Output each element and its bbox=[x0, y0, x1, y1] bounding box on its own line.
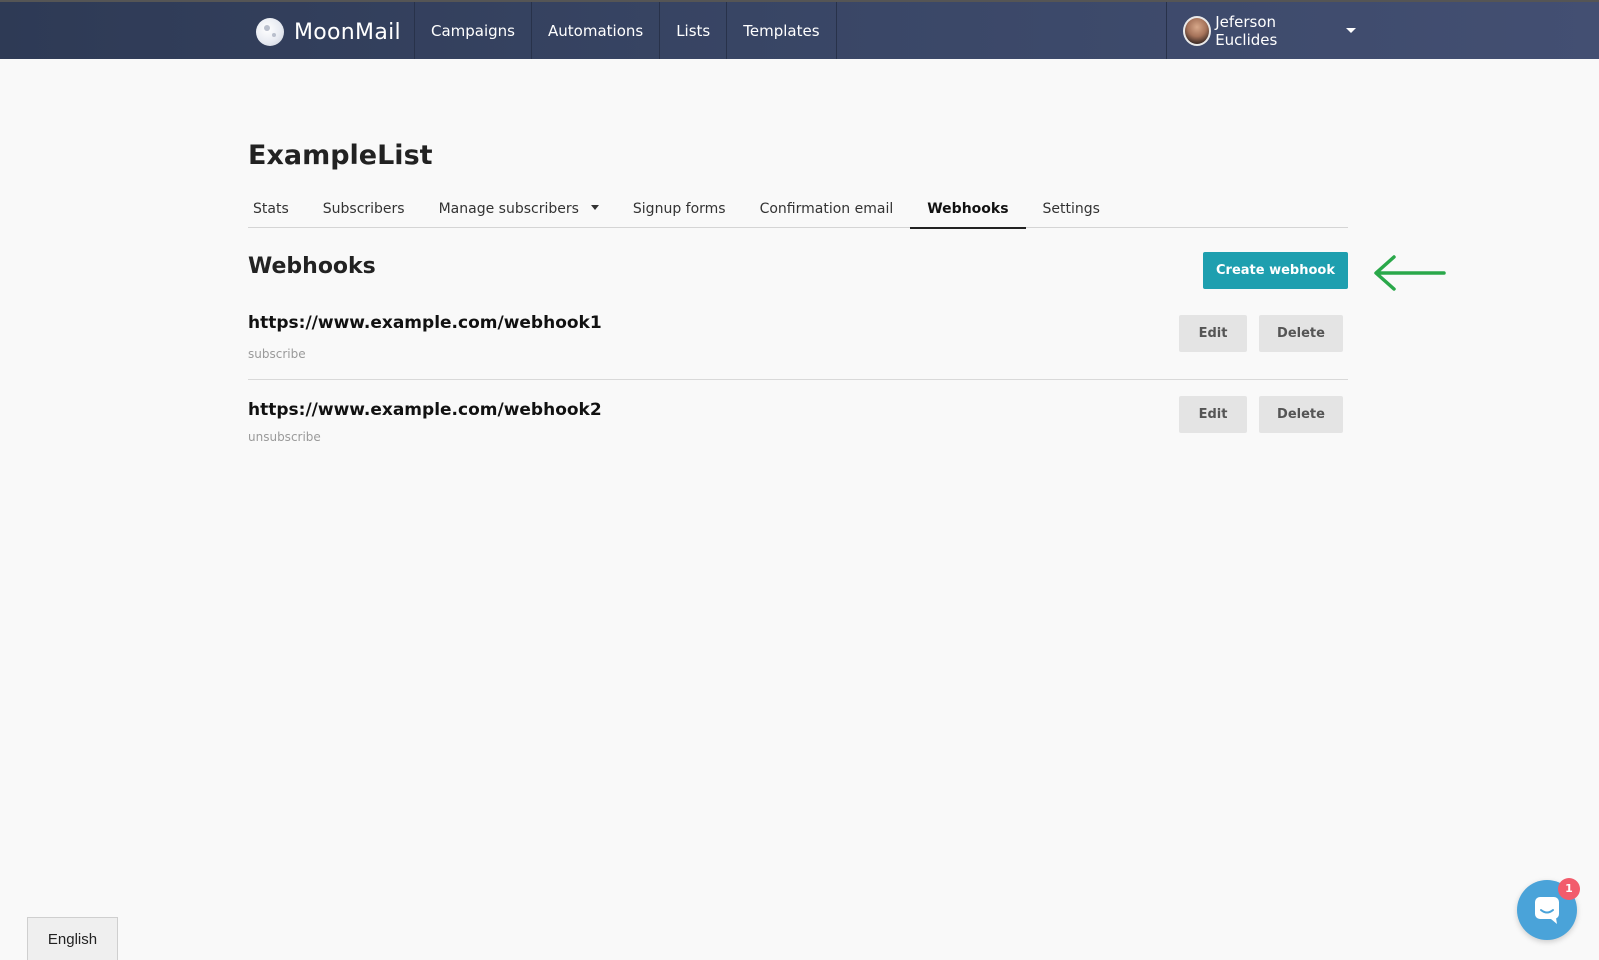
section-title: Webhooks bbox=[248, 254, 376, 279]
user-name: Jeferson Euclides bbox=[1215, 12, 1278, 49]
create-webhook-button[interactable]: Create webhook bbox=[1203, 252, 1348, 289]
tab-manage-subscribers-label: Manage subscribers bbox=[438, 201, 579, 217]
webhook-url: https://www.example.com/webhook1 bbox=[248, 313, 602, 333]
tab-settings[interactable]: Settings bbox=[1026, 190, 1117, 228]
main-nav: Campaigns Automations Lists Templates bbox=[414, 2, 837, 59]
brand-name: MoonMail bbox=[294, 19, 401, 45]
edit-button[interactable]: Edit bbox=[1179, 315, 1247, 352]
avatar bbox=[1183, 15, 1212, 46]
tab-manage-subscribers[interactable]: Manage subscribers bbox=[422, 190, 616, 228]
webhook-event: subscribe bbox=[248, 347, 306, 361]
nav-templates[interactable]: Templates bbox=[726, 2, 837, 59]
webhook-url: https://www.example.com/webhook2 bbox=[248, 400, 602, 420]
nav-automations[interactable]: Automations bbox=[531, 2, 659, 59]
chevron-down-icon bbox=[1346, 28, 1356, 33]
page-title: ExampleList bbox=[248, 140, 433, 171]
list-tabs: Stats Subscribers Manage subscribers Sig… bbox=[248, 190, 1348, 229]
top-navbar: MoonMail Campaigns Automations Lists Tem… bbox=[0, 0, 1599, 59]
nav-campaigns[interactable]: Campaigns bbox=[414, 2, 531, 59]
language-selector[interactable]: English bbox=[27, 917, 118, 960]
brand[interactable]: MoonMail bbox=[256, 16, 401, 48]
nav-lists[interactable]: Lists bbox=[659, 2, 726, 59]
chevron-down-icon bbox=[590, 204, 599, 210]
webhook-row: https://www.example.com/webhook2 unsubsc… bbox=[248, 392, 1348, 452]
delete-button[interactable]: Delete bbox=[1259, 396, 1343, 433]
webhook-row: https://www.example.com/webhook1 subscri… bbox=[248, 305, 1348, 380]
tab-confirmation-email[interactable]: Confirmation email bbox=[743, 190, 911, 228]
tab-subscribers[interactable]: Subscribers bbox=[306, 190, 422, 228]
delete-button[interactable]: Delete bbox=[1259, 315, 1343, 352]
moon-logo-icon bbox=[256, 18, 284, 46]
tab-webhooks[interactable]: Webhooks bbox=[910, 190, 1026, 229]
chat-icon bbox=[1535, 897, 1559, 924]
annotation-arrow-icon bbox=[1374, 255, 1446, 291]
webhook-event: unsubscribe bbox=[248, 430, 321, 444]
tab-stats[interactable]: Stats bbox=[248, 190, 306, 228]
tab-signup-forms[interactable]: Signup forms bbox=[616, 190, 743, 228]
user-menu[interactable]: Jeferson Euclides bbox=[1166, 2, 1356, 59]
page: MoonMail Campaigns Automations Lists Tem… bbox=[0, 0, 1599, 960]
notification-badge: 1 bbox=[1558, 878, 1580, 900]
edit-button[interactable]: Edit bbox=[1179, 396, 1247, 433]
